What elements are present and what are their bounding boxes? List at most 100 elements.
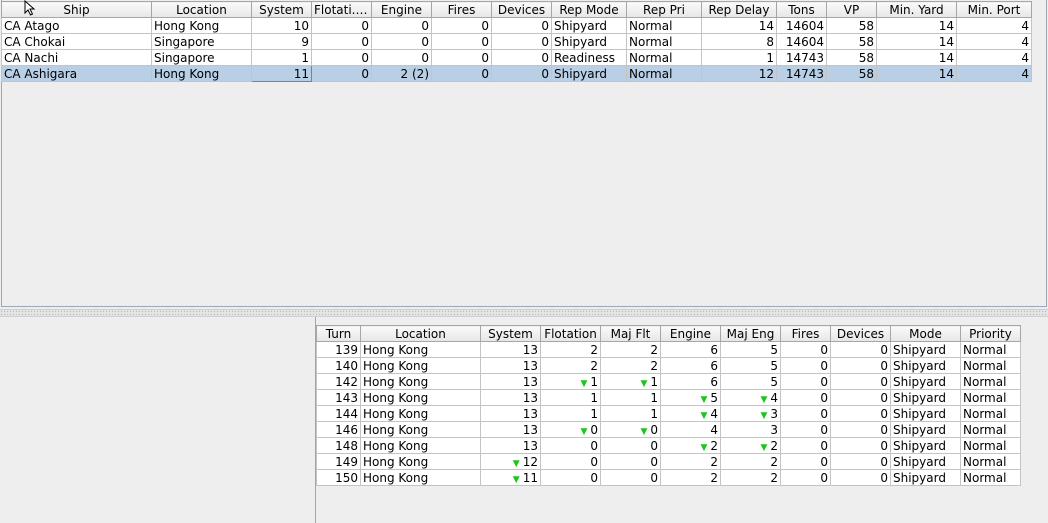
- column-header-devices[interactable]: Devices: [491, 1, 552, 18]
- cell-engine[interactable]: 4: [660, 421, 721, 438]
- column-header-turn[interactable]: Turn: [316, 325, 361, 342]
- column-header-rep-mode[interactable]: Rep Mode: [551, 1, 627, 18]
- cell-location[interactable]: Singapore: [151, 33, 252, 50]
- cell-maj-flt[interactable]: 0: [600, 437, 661, 454]
- cell-fires[interactable]: 0: [431, 33, 492, 50]
- cell-flotati[interactable]: 0: [311, 17, 372, 34]
- cell-system[interactable]: 13: [480, 421, 541, 438]
- cell-location[interactable]: Hong Kong: [360, 453, 481, 470]
- cell-min-port[interactable]: 4: [956, 33, 1032, 50]
- column-header-flotation[interactable]: Flotation: [540, 325, 601, 342]
- cell-tons[interactable]: 14743: [776, 65, 827, 82]
- cell-fires[interactable]: 0: [431, 17, 492, 34]
- cell-maj-flt[interactable]: ▼ 1: [600, 373, 661, 390]
- cell-tons[interactable]: 14743: [776, 49, 827, 66]
- cell-mode[interactable]: Shipyard: [890, 389, 961, 406]
- cell-priority[interactable]: Normal: [960, 453, 1021, 470]
- table-row[interactable]: 143 Hong Kong 13 1 1 ▼ 5 ▼ 4 0 0 Shipyard Normal: [316, 389, 1021, 406]
- cell-maj-flt[interactable]: 0: [600, 453, 661, 470]
- cell-location[interactable]: Hong Kong: [360, 389, 481, 406]
- cell-maj-eng[interactable]: 2: [720, 469, 781, 486]
- table-row[interactable]: CA Chokai Singapore 9 0 0 0 0 Shipyard Normal 8 14…: [1, 33, 1032, 50]
- cell-engine[interactable]: 6: [660, 357, 721, 374]
- cell-engine[interactable]: ▼ 4: [660, 405, 721, 422]
- cell-system[interactable]: 13: [480, 437, 541, 454]
- column-header-rep-pri[interactable]: Rep Pri: [626, 1, 702, 18]
- column-header-engine[interactable]: Engine: [660, 325, 721, 342]
- cell-fires[interactable]: 0: [780, 421, 831, 438]
- cell-fires[interactable]: 0: [780, 373, 831, 390]
- cell-priority[interactable]: Normal: [960, 405, 1021, 422]
- cell-mode[interactable]: Shipyard: [890, 469, 961, 486]
- column-header-tons[interactable]: Tons: [776, 1, 827, 18]
- cell-priority[interactable]: Normal: [960, 437, 1021, 454]
- cell-devices[interactable]: 0: [491, 17, 552, 34]
- cell-flotation[interactable]: 2: [540, 341, 601, 358]
- cell-system[interactable]: ▼ 11: [480, 469, 541, 486]
- cell-location[interactable]: Hong Kong: [151, 17, 252, 34]
- cell-min-yard[interactable]: 14: [876, 33, 957, 50]
- cell-flotati[interactable]: 0: [311, 49, 372, 66]
- column-header-priority[interactable]: Priority: [960, 325, 1021, 342]
- table-row[interactable]: 150 Hong Kong ▼ 11 0 0 2 2 0 0 Shipyard Normal: [316, 469, 1021, 486]
- table-row[interactable]: 142 Hong Kong 13 ▼ 1 ▼ 1 6 5 0 0 Shipyard Normal: [316, 373, 1021, 390]
- cell-vp[interactable]: 58: [826, 65, 877, 82]
- cell-system[interactable]: ▼ 12: [480, 453, 541, 470]
- column-header-maj-flt[interactable]: Maj Flt: [600, 325, 661, 342]
- cell-maj-eng[interactable]: ▼ 2: [720, 437, 781, 454]
- column-header-system[interactable]: System: [251, 1, 312, 18]
- cell-fires[interactable]: 0: [780, 405, 831, 422]
- cell-flotation[interactable]: 0: [540, 469, 601, 486]
- cell-maj-flt[interactable]: 2: [600, 357, 661, 374]
- cell-mode[interactable]: Shipyard: [890, 405, 961, 422]
- column-header-min-yard[interactable]: Min. Yard: [876, 1, 957, 18]
- cell-vp[interactable]: 58: [826, 33, 877, 50]
- table-row[interactable]: 149 Hong Kong ▼ 12 0 0 2 2 0 0 Shipyard Normal: [316, 453, 1021, 470]
- cell-devices[interactable]: 0: [830, 373, 891, 390]
- table-row[interactable]: CA Atago Hong Kong 10 0 0 0 0 Shipyard Normal 14 1…: [1, 17, 1032, 34]
- cell-engine[interactable]: 0: [371, 49, 432, 66]
- cell-turn[interactable]: 150: [316, 469, 361, 486]
- cell-devices[interactable]: 0: [491, 49, 552, 66]
- cell-maj-eng[interactable]: 5: [720, 357, 781, 374]
- cell-rep-pri[interactable]: Normal: [626, 65, 702, 82]
- cell-fires[interactable]: 0: [780, 469, 831, 486]
- cell-maj-flt[interactable]: 1: [600, 405, 661, 422]
- cell-system[interactable]: 13: [480, 341, 541, 358]
- column-header-rep-delay[interactable]: Rep Delay: [701, 1, 777, 18]
- table-row[interactable]: CA Nachi Singapore 1 0 0 0 0 Readiness Normal 1 14…: [1, 49, 1032, 66]
- cell-devices[interactable]: 0: [830, 421, 891, 438]
- cell-rep-mode[interactable]: Shipyard: [551, 33, 627, 50]
- cell-location[interactable]: Hong Kong: [360, 357, 481, 374]
- cell-system[interactable]: 10: [251, 17, 312, 34]
- cell-fires[interactable]: 0: [780, 437, 831, 454]
- cell-system[interactable]: 9: [251, 33, 312, 50]
- cell-flotation[interactable]: ▼ 0: [540, 421, 601, 438]
- cell-rep-delay[interactable]: 14: [701, 17, 777, 34]
- column-header-maj-eng[interactable]: Maj Eng: [720, 325, 781, 342]
- cell-min-yard[interactable]: 14: [876, 49, 957, 66]
- cell-min-port[interactable]: 4: [956, 17, 1032, 34]
- table-row[interactable]: 139 Hong Kong 13 2 2 6 5 0 0 Shipyard Normal: [316, 341, 1021, 358]
- cell-flotati[interactable]: 0: [311, 33, 372, 50]
- cell-turn[interactable]: 142: [316, 373, 361, 390]
- cell-location[interactable]: Hong Kong: [360, 421, 481, 438]
- column-header-fires[interactable]: Fires: [431, 1, 492, 18]
- cell-engine[interactable]: 6: [660, 341, 721, 358]
- cell-devices[interactable]: 0: [830, 453, 891, 470]
- cell-maj-eng[interactable]: 3: [720, 421, 781, 438]
- cell-tons[interactable]: 14604: [776, 17, 827, 34]
- cell-turn[interactable]: 143: [316, 389, 361, 406]
- cell-fires[interactable]: 0: [431, 49, 492, 66]
- cell-min-yard[interactable]: 14: [876, 65, 957, 82]
- cell-flotation[interactable]: ▼ 1: [540, 373, 601, 390]
- cell-priority[interactable]: Normal: [960, 357, 1021, 374]
- column-header-location[interactable]: Location: [360, 325, 481, 342]
- cell-tons[interactable]: 14604: [776, 33, 827, 50]
- cell-maj-flt[interactable]: 1: [600, 389, 661, 406]
- cell-location[interactable]: Hong Kong: [360, 437, 481, 454]
- cell-turn[interactable]: 139: [316, 341, 361, 358]
- cell-location[interactable]: Hong Kong: [360, 405, 481, 422]
- cell-system[interactable]: 13: [480, 373, 541, 390]
- column-header-devices[interactable]: Devices: [830, 325, 891, 342]
